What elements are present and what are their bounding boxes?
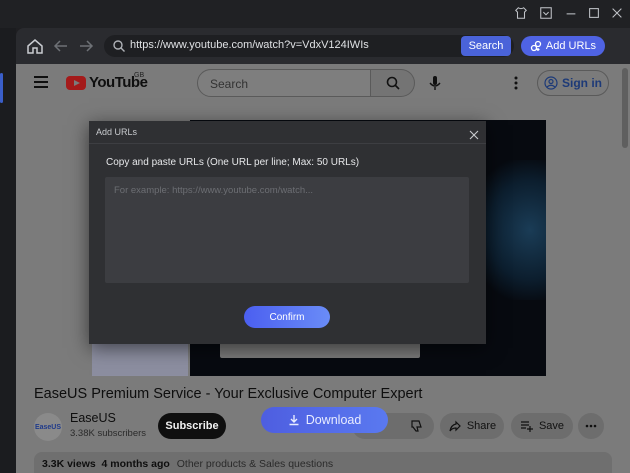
- menu-dropdown-icon[interactable]: [537, 4, 555, 22]
- video-stats: 3.3K views 4 months ago Other products &…: [42, 458, 333, 470]
- dislike-icon: [411, 420, 422, 432]
- back-arrow-icon[interactable]: [52, 37, 70, 55]
- search-icon: [386, 76, 400, 90]
- forward-arrow-icon[interactable]: [77, 37, 95, 55]
- left-sidebar-strip: [0, 28, 16, 473]
- dialog-instruction: Copy and paste URLs (One URL per line; M…: [106, 157, 360, 168]
- sidebar-indicator: [0, 73, 3, 103]
- close-window-icon[interactable]: [608, 4, 626, 22]
- youtube-search-input[interactable]: Search: [197, 69, 371, 97]
- more-actions-button[interactable]: [578, 413, 604, 439]
- url-input-textarea[interactable]: [105, 177, 469, 283]
- share-icon: [449, 420, 461, 432]
- page-scrollbar[interactable]: [622, 68, 628, 148]
- video-category[interactable]: Other products & Sales questions: [177, 458, 333, 470]
- add-urls-label: Add URLs: [545, 40, 597, 52]
- upload-age: 4 months ago: [101, 458, 170, 470]
- maximize-icon[interactable]: [585, 4, 603, 22]
- search-button[interactable]: Search: [461, 36, 511, 56]
- add-urls-button[interactable]: Add URLs: [521, 36, 605, 56]
- subscriber-count: 3.38K subscribers: [70, 428, 147, 439]
- save-label: Save: [538, 420, 565, 432]
- search-icon: [112, 39, 126, 53]
- account-icon: [544, 76, 558, 90]
- link-icon: [530, 40, 542, 52]
- more-options-icon[interactable]: [511, 74, 521, 92]
- close-icon[interactable]: [469, 127, 479, 140]
- share-label: Share: [466, 420, 497, 432]
- download-label: Download: [305, 413, 362, 427]
- add-urls-dialog: Add URLs Copy and paste URLs (One URL pe…: [89, 121, 486, 344]
- video-title: EaseUS Premium Service - Your Exclusive …: [34, 386, 423, 402]
- channel-name[interactable]: EaseUS: [70, 411, 116, 425]
- view-count: 3.3K views: [42, 458, 96, 470]
- save-playlist-icon: [520, 421, 533, 432]
- download-icon: [289, 415, 299, 426]
- dialog-title: Add URLs: [96, 127, 138, 137]
- microphone-icon[interactable]: [426, 74, 444, 92]
- subscribe-button[interactable]: Subscribe: [158, 413, 226, 439]
- confirm-button[interactable]: Confirm: [244, 306, 330, 328]
- hamburger-menu-icon[interactable]: [34, 76, 50, 90]
- dialog-divider: [89, 143, 486, 144]
- youtube-play-icon: [66, 75, 86, 90]
- sign-in-label: Sign in: [562, 76, 602, 90]
- youtube-search-button[interactable]: [371, 69, 415, 97]
- more-horizontal-icon: [585, 424, 597, 428]
- minimize-icon[interactable]: [562, 4, 580, 22]
- browser-toolbar: https://www.youtube.com/watch?v=VdxV124I…: [16, 28, 630, 64]
- share-button[interactable]: Share: [440, 413, 504, 439]
- address-bar[interactable]: https://www.youtube.com/watch?v=VdxV124I…: [104, 35, 514, 57]
- country-code: GB: [134, 72, 145, 79]
- sign-in-button[interactable]: Sign in: [537, 70, 609, 96]
- video-description-box[interactable]: 3.3K views 4 months ago Other products &…: [34, 452, 612, 473]
- address-bar-url[interactable]: https://www.youtube.com/watch?v=VdxV124I…: [130, 39, 369, 51]
- channel-avatar[interactable]: EaseUS: [34, 413, 62, 441]
- save-button[interactable]: Save: [511, 413, 573, 439]
- skin-icon[interactable]: [512, 4, 530, 22]
- youtube-search-placeholder: Search: [210, 77, 249, 91]
- app-title-bar: [0, 0, 630, 28]
- home-icon[interactable]: [26, 37, 44, 55]
- download-button[interactable]: Download: [261, 407, 388, 433]
